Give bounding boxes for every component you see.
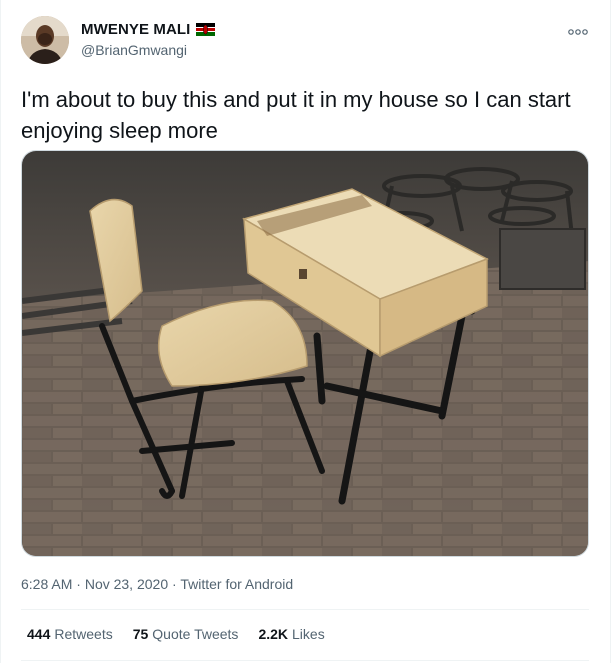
likes-label: Likes — [292, 626, 325, 642]
tweet-text: I'm about to buy this and put it in my h… — [21, 87, 571, 143]
user-name-row[interactable]: MWENYE MALI — [81, 21, 216, 38]
quote-tweets-count: 75 — [132, 626, 149, 642]
retweets-label: Retweets — [54, 626, 113, 642]
tweet-photo[interactable] — [21, 150, 589, 557]
quote-tweets-stat[interactable]: 75 Quote Tweets — [133, 626, 239, 642]
meta-separator: · — [172, 576, 177, 592]
divider — [21, 660, 589, 661]
tweet-source[interactable]: Twitter for Android — [180, 576, 293, 592]
tweet-meta: 6:28 AM · Nov 23, 2020 · Twitter for And… — [21, 576, 293, 592]
tweet-card: MWENYE MALI @BrianGmwangi I'm about to b… — [0, 0, 611, 663]
more-options-icon[interactable] — [567, 24, 589, 35]
school-desk-and-chair-photo — [22, 151, 588, 556]
retweets-stat[interactable]: 444 Retweets — [27, 626, 113, 642]
tweet-date[interactable]: Nov 23, 2020 — [85, 576, 168, 592]
user-handle[interactable]: @BrianGmwangi — [81, 42, 187, 58]
retweets-count: 444 — [27, 626, 51, 642]
meta-separator: · — [76, 576, 81, 592]
avatar[interactable] — [21, 16, 69, 64]
tweet-time[interactable]: 6:28 AM — [21, 576, 72, 592]
divider — [21, 609, 589, 610]
quote-tweets-label: Quote Tweets — [152, 626, 239, 642]
display-name[interactable]: MWENYE MALI — [81, 21, 190, 38]
likes-stat[interactable]: 2.2K Likes — [258, 626, 324, 642]
tweet-stats: 444 Retweets 75 Quote Tweets 2.2K Likes — [27, 626, 325, 642]
kenya-flag-icon — [196, 23, 216, 36]
likes-count: 2.2K — [258, 626, 289, 642]
